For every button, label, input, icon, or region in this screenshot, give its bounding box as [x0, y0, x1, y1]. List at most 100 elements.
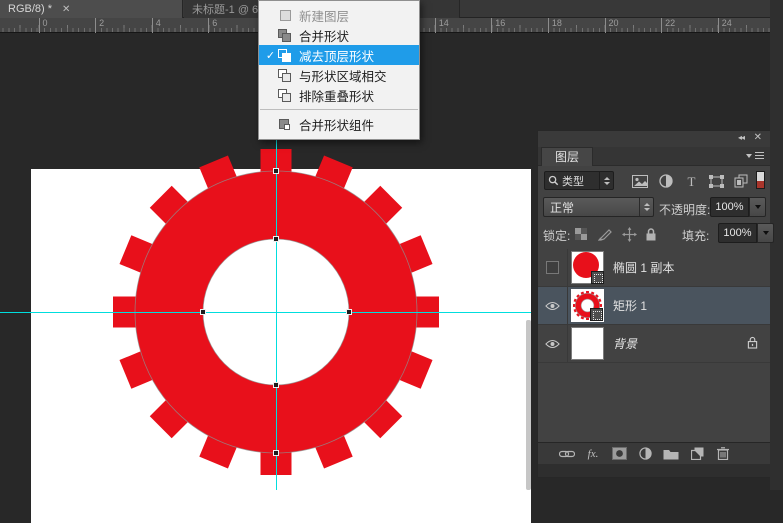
menu-item-exclude-overlapping-shapes[interactable]: 排除重叠形状	[259, 85, 419, 105]
lock-all-icon[interactable]	[642, 225, 660, 243]
lock-row: 锁定: 填充: 100%	[538, 221, 770, 247]
ruler-tick-label: 0	[39, 18, 48, 33]
filter-type-layers-icon[interactable]: T	[681, 172, 701, 190]
lock-position-move-icon[interactable]	[620, 225, 638, 243]
panel-header: ◂◂ ✕	[538, 131, 770, 147]
fill-dropdown-arrow[interactable]	[757, 223, 774, 243]
layer-thumbnail[interactable]	[571, 251, 604, 284]
filter-type-label: 类型	[562, 173, 584, 189]
menu-item-label: 与形状区域相交	[299, 66, 387, 85]
eye-icon	[545, 339, 560, 349]
panel-menu-icon[interactable]	[746, 151, 764, 162]
link-layers-icon[interactable]	[554, 450, 580, 458]
menu-item-label: 合并形状组件	[299, 115, 374, 134]
layer-name: 背景	[613, 335, 637, 352]
chevron-updown-icon	[599, 172, 610, 189]
new-layer-icon[interactable]	[684, 447, 710, 460]
menu-item-intersect-shape-areas[interactable]: 与形状区域相交	[259, 65, 419, 85]
fill-value[interactable]: 100%	[718, 223, 757, 243]
delete-layer-trash-icon[interactable]	[710, 447, 736, 460]
tab-layers[interactable]: 图层	[541, 147, 593, 166]
checkmark-icon: ✓	[263, 49, 278, 62]
document-tab-active[interactable]: RGB/8) * ✕	[0, 0, 183, 18]
svg-text:T: T	[687, 175, 695, 188]
close-icon[interactable]: ✕	[62, 4, 70, 15]
panel-tab-row: 图层	[538, 147, 770, 166]
menu-item-merge-shape-components[interactable]: 合并形状组件	[259, 114, 419, 134]
filter-pixel-layers-icon[interactable]	[630, 172, 650, 190]
intersect-shape-areas-icon	[278, 69, 292, 82]
visibility-off-box	[546, 261, 559, 274]
fill-label: 填充:	[682, 227, 709, 244]
new-layer-icon	[278, 9, 292, 22]
canvas-vertical-scrollbar[interactable]	[526, 320, 531, 490]
collapse-panel-icon[interactable]: ◂◂	[738, 133, 744, 142]
chevron-updown-icon	[639, 198, 650, 216]
ruler-tick-label: 24	[718, 18, 732, 33]
close-icon[interactable]: ✕	[754, 132, 762, 143]
visibility-toggle[interactable]	[538, 287, 568, 324]
menu-item-combine-shapes[interactable]: 合并形状	[259, 25, 419, 45]
window-right-edge	[770, 0, 783, 490]
document-tab-label: RGB/8) *	[8, 3, 52, 15]
shape-combine-menu: 新建图层 合并形状 ✓ 减去顶层形状 与形状区域相交 排除重叠形状 合并形状组件	[258, 0, 420, 140]
panel-footer: fx.	[538, 442, 770, 464]
filter-shape-layers-icon[interactable]	[706, 172, 726, 190]
ruler-tick-label: 6	[208, 18, 217, 33]
ruler-tick-label: 18	[548, 18, 562, 33]
lock-icon	[747, 336, 758, 352]
ruler-tick-label: 22	[661, 18, 675, 33]
blend-mode-value: 正常	[550, 199, 574, 216]
combine-shapes-icon	[278, 29, 292, 42]
filter-smart-objects-icon[interactable]	[731, 172, 751, 190]
document-canvas[interactable]	[31, 169, 531, 523]
ruler-tick-label: 16	[491, 18, 505, 33]
lock-image-brush-icon[interactable]	[596, 225, 614, 243]
layer-row-background[interactable]: 背景	[538, 325, 770, 363]
menu-item-label: 减去顶层形状	[299, 46, 374, 65]
new-group-folder-icon[interactable]	[658, 448, 684, 460]
layer-filter-toggle[interactable]	[756, 171, 765, 189]
visibility-toggle[interactable]	[538, 325, 568, 362]
menu-separator	[260, 109, 418, 110]
new-adjustment-layer-icon[interactable]	[632, 447, 658, 460]
layer-filter-row: 类型 T	[538, 168, 770, 194]
lock-transparency-icon[interactable]	[572, 225, 590, 243]
merge-shape-components-icon	[278, 118, 292, 131]
blend-mode-row: 正常 不透明度: 100%	[538, 195, 770, 220]
filter-type-select[interactable]: 类型	[544, 171, 614, 190]
layer-thumbnail[interactable]	[571, 327, 604, 360]
opacity-dropdown-arrow[interactable]	[749, 197, 766, 217]
ruler-tick-label: 20	[605, 18, 619, 33]
subtract-front-shape-icon	[278, 49, 292, 62]
layer-row-rectangle[interactable]: 矩形 1	[538, 287, 770, 325]
opacity-value[interactable]: 100%	[710, 197, 749, 217]
opacity-label: 不透明度:	[659, 201, 710, 218]
layer-style-fx-icon[interactable]: fx.	[580, 448, 606, 460]
shape-layer-badge	[590, 308, 603, 321]
layer-thumbnail[interactable]	[571, 289, 604, 322]
menu-item-label: 合并形状	[299, 26, 349, 45]
ruler-tick-label: 2	[95, 18, 104, 33]
menu-item-label: 新建图层	[299, 6, 349, 25]
menu-item-subtract-front-shape[interactable]: ✓ 减去顶层形状	[259, 45, 419, 65]
panel-bottom-strip	[538, 464, 770, 477]
menu-item-new-layer[interactable]: 新建图层	[259, 5, 419, 25]
add-layer-mask-icon[interactable]	[606, 447, 632, 460]
shape-layer-badge	[591, 271, 604, 284]
ruler-tick-label: 4	[152, 18, 161, 33]
layer-name: 矩形 1	[613, 297, 647, 314]
layers-panel: ◂◂ ✕ 图层 类型 T	[537, 130, 770, 478]
blend-mode-select[interactable]: 正常	[543, 197, 654, 217]
search-icon	[548, 175, 559, 186]
ruler-tick-label: 14	[435, 18, 449, 33]
layer-list: 椭圆 1 副本 矩形 1 背景	[538, 249, 770, 363]
eye-icon	[545, 301, 560, 311]
menu-item-label: 排除重叠形状	[299, 86, 374, 105]
layer-name: 椭圆 1 副本	[613, 259, 674, 276]
exclude-overlapping-shapes-icon	[278, 89, 292, 102]
filter-adjustment-layers-icon[interactable]	[656, 172, 676, 190]
layer-row-ellipse-copy[interactable]: 椭圆 1 副本	[538, 249, 770, 287]
lock-label: 锁定:	[543, 227, 570, 244]
visibility-toggle[interactable]	[538, 249, 568, 286]
